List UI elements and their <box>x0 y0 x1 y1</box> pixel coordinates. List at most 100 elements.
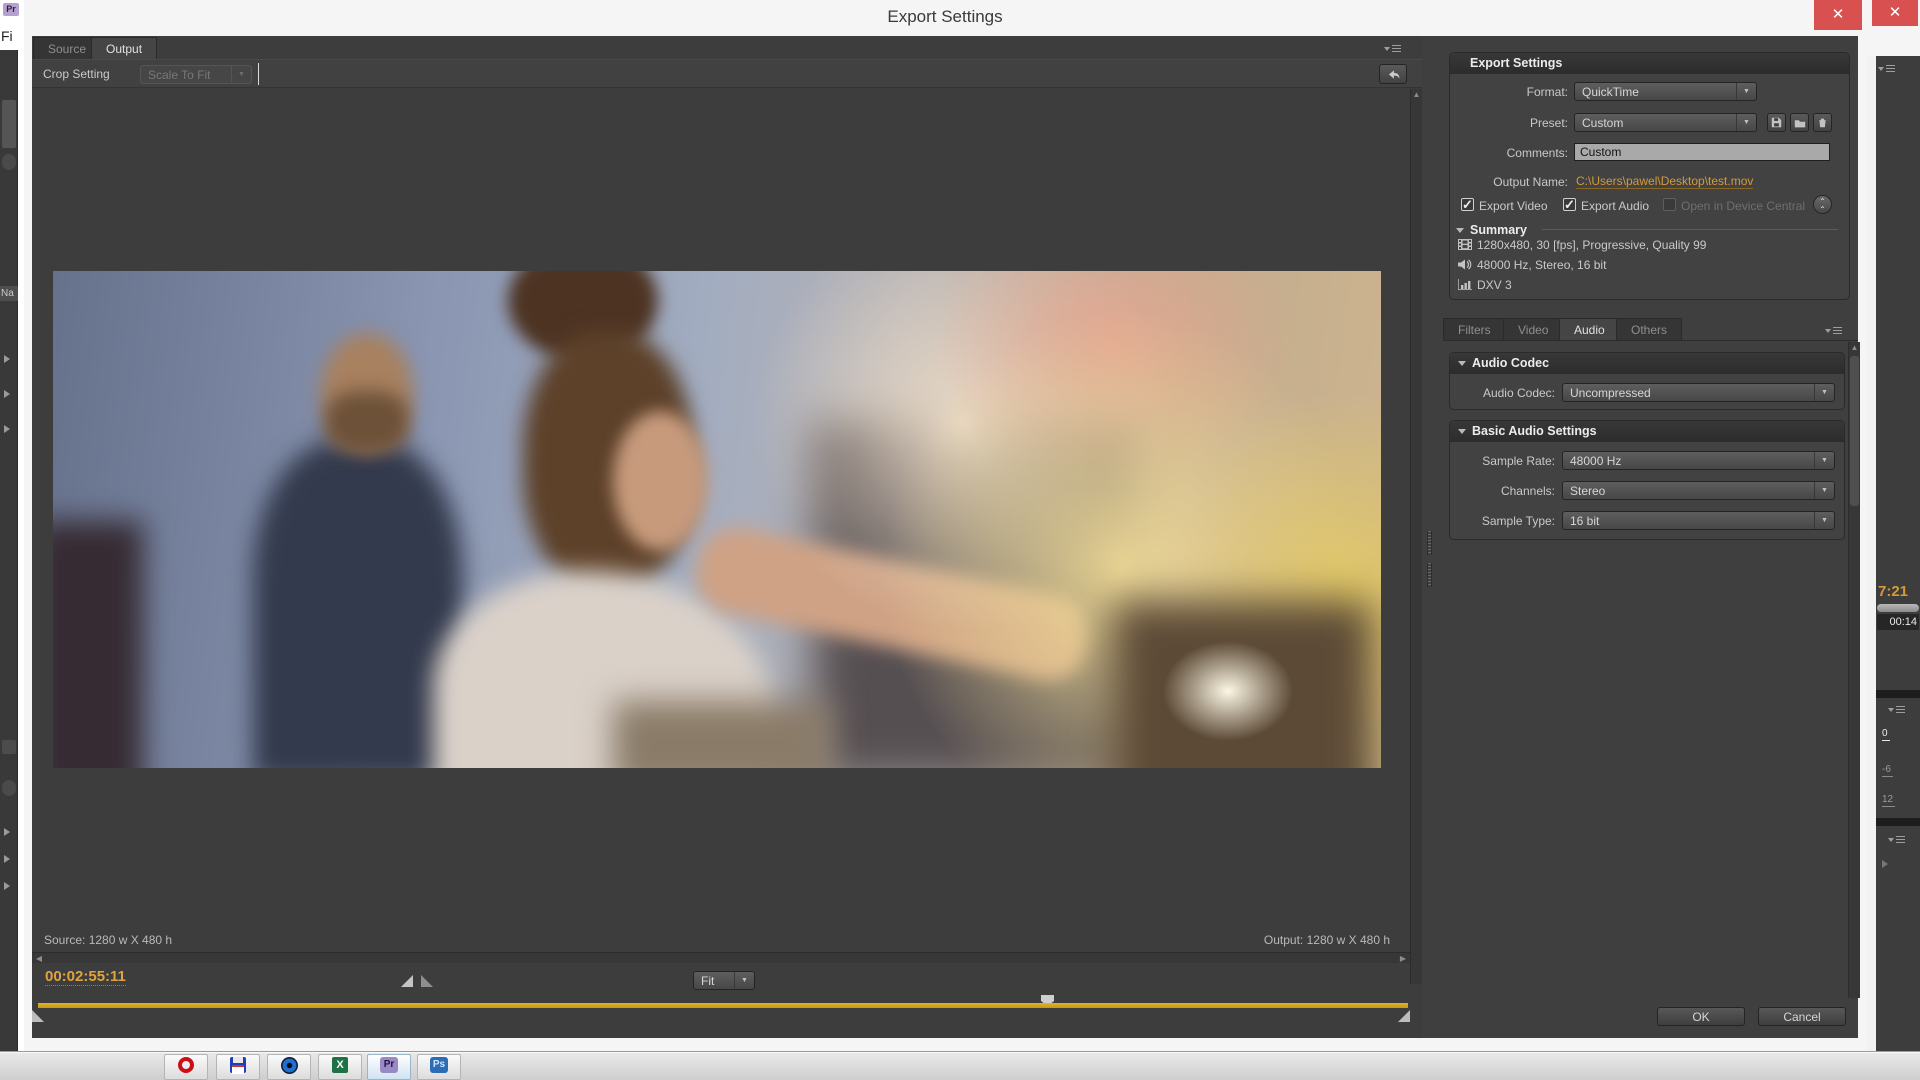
background-window-close-button[interactable]: ✕ <box>1872 0 1918 26</box>
scrollbar-thumb[interactable] <box>1850 356 1859 506</box>
export-video-checkbox[interactable]: ✓ <box>1461 198 1474 211</box>
taskbar-photoshop-button[interactable]: Ps <box>417 1054 461 1080</box>
reset-crop-button[interactable] <box>1379 64 1407 84</box>
save-preset-button[interactable] <box>1767 113 1786 132</box>
channels-dropdown[interactable]: Stereo▼ <box>1562 481 1835 500</box>
taskbar-opera-button[interactable] <box>164 1054 208 1080</box>
window-frame <box>1866 0 1876 1052</box>
settings-scrollbar[interactable]: ▲ <box>1848 342 1860 998</box>
audio-codec-header[interactable]: Audio Codec <box>1450 353 1844 374</box>
scroll-up-icon[interactable]: ▲ <box>1849 342 1860 353</box>
background-zoombar[interactable] <box>1877 604 1919 612</box>
export-video-label: Export Video <box>1479 199 1548 213</box>
panel-menu-icon[interactable] <box>1384 40 1402 58</box>
meter-tick-6: -6 <box>1882 764 1893 777</box>
taskbar: 4 X Pr Ps ))) 14:42 <box>0 1052 1920 1080</box>
export-settings-dialog: Export Settings ✕ Source Output Crop Set… <box>24 0 1866 1052</box>
background-panel-left: Na <box>0 50 18 1052</box>
preset-dropdown[interactable]: Custom▼ <box>1574 113 1757 132</box>
taskbar-premiere-button[interactable]: Pr <box>367 1054 411 1080</box>
device-central-label: Open in Device Central <box>1681 199 1805 213</box>
format-dropdown[interactable]: QuickTime▼ <box>1574 82 1757 101</box>
expand-arrow-icon <box>4 425 10 433</box>
channels-label: Channels: <box>1450 484 1555 498</box>
panel-divider-grip[interactable] <box>1427 563 1432 587</box>
device-central-checkbox[interactable]: ✓ <box>1663 198 1676 211</box>
tab-audio[interactable]: Audio <box>1559 318 1620 340</box>
tab-video[interactable]: Video <box>1503 318 1563 340</box>
set-in-point-icon[interactable] <box>401 975 413 987</box>
sample-type-label: Sample Type: <box>1450 514 1555 528</box>
save-icon <box>1771 117 1782 128</box>
summary-video-row: 1280x480, 30 [fps], Progressive, Quality… <box>1458 238 1706 252</box>
scroll-right-icon[interactable]: ▶ <box>1398 953 1408 964</box>
premiere-app-icon: Pr <box>3 3 19 16</box>
preview-panel: Source Output Crop Setting Scale To Fit▼ <box>32 36 1422 1038</box>
disc-icon <box>281 1057 298 1074</box>
import-preset-button[interactable] <box>1790 113 1809 132</box>
tab-others[interactable]: Others <box>1616 318 1682 340</box>
timeline-right-marker[interactable] <box>1398 1010 1410 1022</box>
taskbar-excel-button[interactable]: X <box>318 1054 362 1080</box>
film-icon <box>1458 239 1472 250</box>
chevron-down-icon: ▼ <box>231 66 251 83</box>
ok-button[interactable]: OK <box>1657 1007 1745 1026</box>
audio-codec-section-label: Audio Codec <box>1472 356 1549 370</box>
audio-codec-dropdown[interactable]: Uncompressed▼ <box>1562 383 1835 402</box>
timecode-display[interactable]: 00:02:55:11 <box>45 968 126 986</box>
collapse-panel-button[interactable]: ⌃⌃ <box>1813 195 1832 214</box>
cancel-button[interactable]: Cancel <box>1758 1007 1846 1026</box>
dialog-close-button[interactable]: ✕ <box>1814 0 1862 30</box>
output-name-link[interactable]: C:\Users\pawel\Desktop\test.mov <box>1576 174 1753 189</box>
delete-preset-button[interactable] <box>1813 113 1832 132</box>
set-out-point-icon[interactable] <box>421 975 433 987</box>
tab-filters[interactable]: Filters <box>1443 318 1506 340</box>
scene-face <box>613 411 708 551</box>
panel-menu-icon[interactable] <box>1878 60 1896 78</box>
expand-arrow-icon <box>4 828 10 836</box>
timeline-left-marker[interactable] <box>32 1010 44 1022</box>
tab-output[interactable]: Output <box>91 37 157 59</box>
audio-codec-value: Uncompressed <box>1563 386 1814 400</box>
timeline-bar[interactable] <box>38 1003 1408 1008</box>
panel-menu-icon[interactable] <box>1888 831 1906 849</box>
scroll-up-icon[interactable]: ▲ <box>1411 89 1422 100</box>
comments-input[interactable]: Custom <box>1574 143 1830 161</box>
video-preview-frame[interactable] <box>53 271 1381 768</box>
summary-section-header[interactable]: Summary <box>1456 221 1527 239</box>
photoshop-icon: Ps <box>430 1057 448 1073</box>
chevron-down-icon: ▼ <box>1814 482 1834 499</box>
preview-horizontal-scrollbar[interactable]: ◀ ▶ <box>32 952 1410 963</box>
meter-tick-0: 0 <box>1882 728 1890 741</box>
scene-man-body <box>253 441 463 768</box>
scale-dropdown[interactable]: Scale To Fit▼ <box>140 65 252 84</box>
taskbar-player-button[interactable] <box>267 1054 311 1080</box>
channels-value: Stereo <box>1563 484 1814 498</box>
preview-vertical-scrollbar[interactable]: ▲ <box>1410 89 1422 984</box>
scene-man-beard <box>325 391 409 453</box>
panel-menu-icon[interactable] <box>1825 322 1843 340</box>
summary-audio-row: 48000 Hz, Stereo, 16 bit <box>1458 258 1606 272</box>
panel-divider-grip[interactable] <box>1427 531 1432 555</box>
panel-menu-icon[interactable] <box>1888 701 1906 719</box>
transport-fragment <box>1882 860 1888 868</box>
zoom-level-dropdown[interactable]: Fit▼ <box>693 971 755 990</box>
sample-rate-dropdown[interactable]: 48000 Hz▼ <box>1562 451 1835 470</box>
trash-icon <box>1817 117 1828 128</box>
premiere-icon: Pr <box>380 1057 398 1073</box>
export-audio-checkbox[interactable]: ✓ <box>1563 198 1576 211</box>
taskbar-commander-button[interactable] <box>216 1054 260 1080</box>
preview-toolbar: Crop Setting Scale To Fit▼ <box>32 59 1422 88</box>
format-label: Format: <box>1450 85 1568 99</box>
export-settings-group: Export Settings Format: QuickTime▼ Prese… <box>1449 52 1850 300</box>
scroll-left-icon[interactable]: ◀ <box>34 953 44 964</box>
chevron-down-icon: ▼ <box>1736 114 1756 131</box>
tabs-divider <box>1443 340 1858 341</box>
meter-tick-12: 12 <box>1882 794 1895 807</box>
expand-arrow-icon <box>4 390 10 398</box>
sample-type-dropdown[interactable]: 16 bit▼ <box>1562 511 1835 530</box>
chevron-down-icon: ▼ <box>1736 83 1756 100</box>
basic-audio-header[interactable]: Basic Audio Settings <box>1450 421 1844 442</box>
summary-video-text: 1280x480, 30 [fps], Progressive, Quality… <box>1477 238 1706 252</box>
audio-codec-group: Audio Codec Audio Codec: Uncompressed▼ <box>1449 352 1845 410</box>
